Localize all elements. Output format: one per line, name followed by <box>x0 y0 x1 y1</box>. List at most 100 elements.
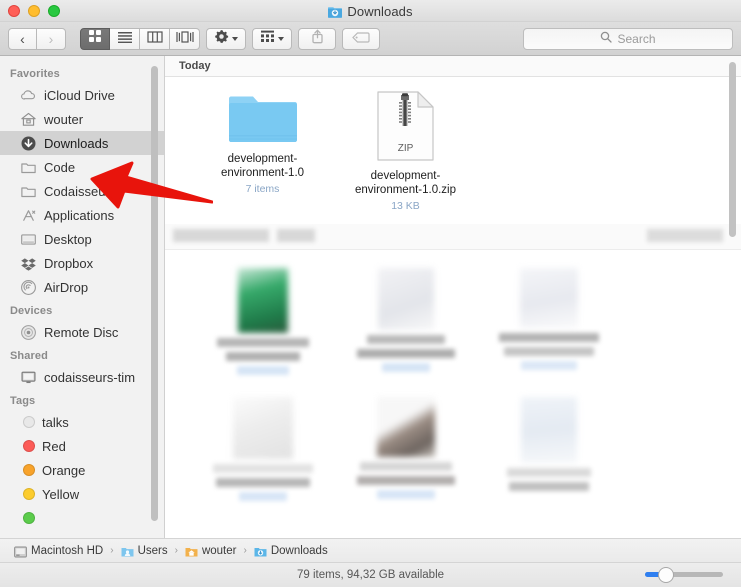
edit-tags-button[interactable] <box>342 28 380 50</box>
view-coverflow-button[interactable] <box>170 28 200 50</box>
sidebar-item-codaisseurs-tim[interactable]: codaisseurs-tim <box>0 365 164 389</box>
sidebar-item-tag-orange[interactable]: Orange <box>0 458 164 482</box>
file-grid: development-environment-1.0 7 items <box>165 77 741 212</box>
path-bar: Macintosh HD › Users › woute <box>0 538 741 562</box>
sidebar-item-label: Dropbox <box>44 256 93 271</box>
sidebar-item-desktop[interactable]: Desktop <box>0 227 164 251</box>
sidebar-item-code[interactable]: Code <box>0 155 164 179</box>
sidebar-item-label: iCloud Drive <box>44 88 115 103</box>
search-field[interactable]: Search <box>523 28 733 50</box>
sidebar-item-label: AirDrop <box>44 280 88 295</box>
slider-knob[interactable] <box>658 567 674 583</box>
file-item-zip[interactable]: ZIP development-environment-1.0.zip 13 K… <box>334 91 477 212</box>
coverflow-icon <box>176 30 194 48</box>
sidebar-item-label: Yellow <box>42 487 79 502</box>
sidebar-item-label: Downloads <box>44 136 108 151</box>
sidebar-item-wouter[interactable]: wouter <box>0 107 164 131</box>
sidebar-item-label: Desktop <box>44 232 92 247</box>
view-mode-buttons <box>80 28 200 50</box>
sidebar-item-downloads[interactable]: Downloads <box>0 131 164 155</box>
group-header-today: Today <box>165 56 741 77</box>
redacted-row <box>165 375 741 501</box>
file-name-label: development-environment-1.0.zip <box>346 169 466 197</box>
view-icon-button[interactable] <box>80 28 110 50</box>
breadcrumb-label: Users <box>138 545 168 557</box>
sidebar-item-tag-yellow[interactable]: Yellow <box>0 482 164 506</box>
sidebar-item-dropbox[interactable]: Dropbox <box>0 251 164 275</box>
breadcrumb-separator: › <box>243 545 246 556</box>
file-meta-label: 13 KB <box>391 200 420 212</box>
sidebar-item-tag-green[interactable] <box>0 506 164 530</box>
airdrop-icon <box>20 279 37 296</box>
sidebar-item-label: Remote Disc <box>44 325 118 340</box>
share-icon <box>311 29 324 49</box>
action-menu-button[interactable] <box>206 28 246 50</box>
sidebar-item-label: Orange <box>42 463 85 478</box>
arrange-menu-button[interactable] <box>252 28 292 50</box>
users-folder-icon <box>121 545 134 557</box>
redacted-item[interactable] <box>334 268 477 375</box>
tag-icon <box>352 30 370 48</box>
folder-icon <box>229 91 297 144</box>
list-icon <box>117 30 133 48</box>
content-scrollbar[interactable] <box>729 62 736 237</box>
sidebar-item-icloud-drive[interactable]: iCloud Drive <box>0 83 164 107</box>
grid-icon <box>88 29 102 48</box>
share-button[interactable] <box>298 28 336 50</box>
breadcrumb-downloads[interactable]: Downloads <box>254 545 328 557</box>
breadcrumb-macintosh-hd[interactable]: Macintosh HD <box>14 545 103 557</box>
sidebar-item-label: Code <box>44 160 75 175</box>
chevron-down-icon <box>232 37 238 41</box>
chevron-right-icon: › <box>49 32 54 46</box>
redacted-item[interactable] <box>334 397 477 501</box>
columns-icon <box>147 30 163 48</box>
sidebar-item-airdrop[interactable]: AirDrop <box>0 275 164 299</box>
breadcrumb-separator: › <box>110 545 113 556</box>
icon-size-slider[interactable] <box>645 572 723 577</box>
redacted-group-header <box>165 224 741 250</box>
view-list-button[interactable] <box>110 28 140 50</box>
window-title-group: Downloads <box>0 0 741 22</box>
sidebar-item-tag-talks[interactable]: talks <box>0 410 164 434</box>
back-button[interactable]: ‹ <box>8 28 37 50</box>
home-icon <box>20 111 37 128</box>
redacted-item[interactable] <box>191 397 334 501</box>
desktop-icon <box>20 231 37 248</box>
sidebar-item-label: Applications <box>44 208 114 223</box>
sidebar-item-codaisseur[interactable]: Codaisseur <box>0 179 164 203</box>
chevron-down-icon <box>278 37 284 41</box>
downloads-folder-icon <box>254 545 267 557</box>
tag-dot-icon <box>23 440 35 452</box>
sidebar-item-label: Red <box>42 439 66 454</box>
chevron-left-icon: ‹ <box>20 32 25 46</box>
file-item-folder[interactable]: development-environment-1.0 7 items <box>191 91 334 212</box>
breadcrumb-label: wouter <box>202 545 237 557</box>
redacted-item[interactable] <box>191 268 334 375</box>
search-placeholder: Search <box>617 32 655 46</box>
forward-button[interactable]: › <box>37 28 66 50</box>
sidebar-section-shared-header: Shared <box>0 344 164 365</box>
file-name-label: development-environment-1.0 <box>203 152 323 180</box>
sidebar-item-tag-red[interactable]: Red <box>0 434 164 458</box>
breadcrumb-users[interactable]: Users <box>121 545 168 557</box>
view-column-button[interactable] <box>140 28 170 50</box>
breadcrumb-separator: › <box>175 545 178 556</box>
redacted-item[interactable] <box>477 268 620 375</box>
window-body: Favorites iCloud Drive wouter <box>0 56 741 538</box>
title-bar: Downloads <box>0 0 741 22</box>
home-folder-icon <box>185 545 198 557</box>
redacted-row <box>165 250 741 375</box>
search-icon <box>600 30 612 48</box>
applications-icon <box>20 207 37 224</box>
display-icon <box>20 369 37 386</box>
status-bar: 79 items, 94,32 GB available <box>0 562 741 587</box>
sidebar-item-remote-disc[interactable]: Remote Disc <box>0 320 164 344</box>
status-text: 79 items, 94,32 GB available <box>297 569 444 581</box>
redacted-item[interactable] <box>477 397 620 501</box>
folder-icon <box>20 183 37 200</box>
sidebar-scrollbar[interactable] <box>151 66 158 521</box>
downloads-icon <box>20 135 37 152</box>
sidebar-item-applications[interactable]: Applications <box>0 203 164 227</box>
sidebar-section-tags-header: Tags <box>0 389 164 410</box>
breadcrumb-wouter[interactable]: wouter <box>185 545 237 557</box>
